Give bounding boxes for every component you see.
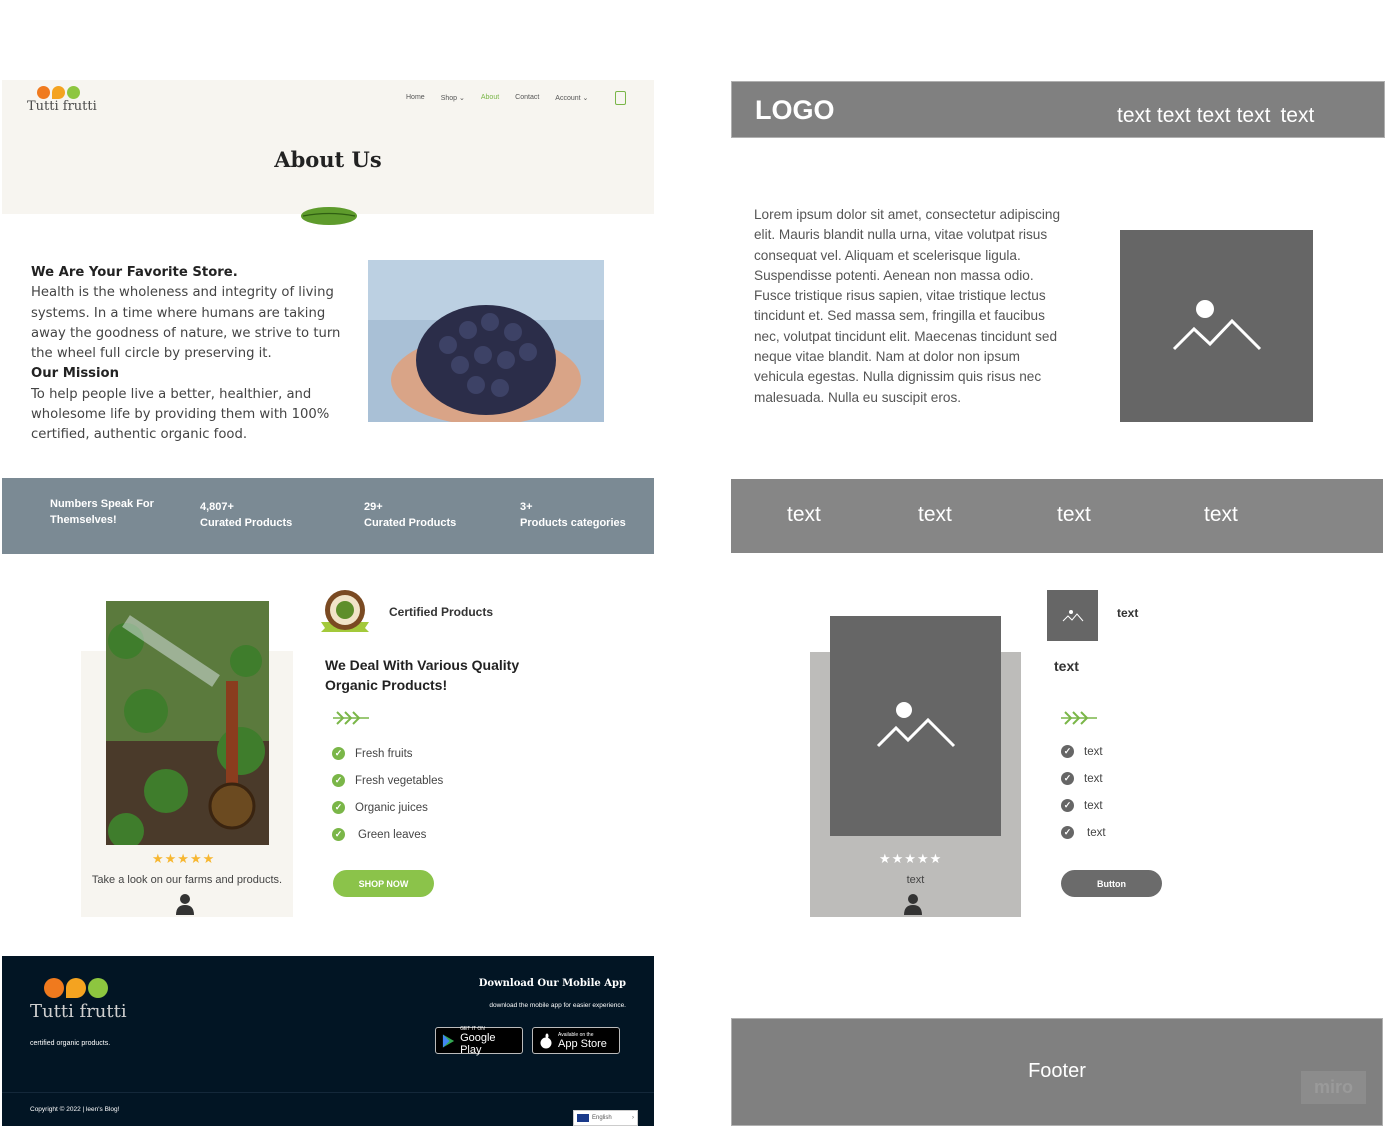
- nav-home[interactable]: Home: [406, 94, 425, 102]
- wireframe-nav-item[interactable]: text: [1197, 104, 1231, 128]
- app-store-button[interactable]: Available on the App Store: [532, 1027, 620, 1054]
- sprig-icon: [333, 711, 369, 725]
- hero-section: Tutti frutti Home Shop ⌄ About Contact A…: [2, 80, 654, 214]
- footer-brand[interactable]: Tutti frutti: [30, 1001, 127, 1022]
- shopping-bag-icon[interactable]: [615, 91, 626, 105]
- image-placeholder-icon: [1047, 590, 1098, 641]
- wireframe-nav-item[interactable]: text: [1237, 104, 1271, 128]
- list-item: ✓ Fresh fruits: [332, 740, 443, 767]
- main-nav: Home Shop ⌄ About Contact Account ⌄: [406, 94, 588, 102]
- wireframe-stat: text: [787, 503, 821, 526]
- chevron-down-icon: ⌄: [582, 95, 589, 102]
- page-title: About Us: [274, 147, 382, 172]
- app-subtitle: download the mobile app for easier exper…: [489, 1002, 626, 1009]
- mission-body: To help people live a better, healthier,…: [31, 386, 330, 443]
- wireframe-stat: text: [918, 503, 952, 526]
- stat-item: 4,807+ Curated Products: [200, 501, 293, 529]
- check-icon: ✓: [1061, 799, 1074, 812]
- check-icon: ✓: [1061, 772, 1074, 785]
- brand-fruits-icon: [37, 86, 80, 99]
- wireframe-nav: text text text text text: [1117, 104, 1314, 128]
- about-body: Health is the wholeness and integrity of…: [31, 285, 341, 362]
- wireframe-badge-label: text: [1117, 606, 1139, 620]
- wireframe-logo: LOGO: [755, 95, 835, 125]
- wireframe-button[interactable]: Button: [1061, 870, 1162, 897]
- image-placeholder-icon: [1120, 230, 1313, 422]
- site-footer: Tutti frutti certified organic products.…: [2, 956, 654, 1126]
- check-icon: ✓: [1061, 745, 1074, 758]
- stat-item: 29+ Curated Products: [364, 501, 457, 529]
- footer-tagline: certified organic products.: [30, 1040, 111, 1047]
- stat-item: 3+ Products categories: [520, 501, 626, 529]
- check-icon: ✓: [1061, 826, 1074, 839]
- copyright: Copyright © 2022 | leen's Blog!: [30, 1106, 120, 1113]
- wireframe-nav-item[interactable]: text: [1117, 104, 1151, 128]
- product-list: ✓ Fresh fruits ✓ Fresh vegetables ✓ Organic…: [332, 740, 443, 848]
- chevron-right-icon: ›: [632, 1115, 634, 1121]
- about-text: We Are Your Favorite Store. Health is th…: [31, 263, 341, 446]
- wireframe-footer-label: Footer: [1028, 1060, 1086, 1082]
- certified-label: Certified Products: [389, 605, 494, 619]
- app-title: Download Our Mobile App: [478, 978, 626, 989]
- wireframe-stat: text: [1204, 503, 1238, 526]
- google-play-button[interactable]: GET IT ON Google Play: [435, 1026, 523, 1056]
- rating-stars: ★★★★★: [152, 851, 216, 866]
- miro-watermark: miro: [1301, 1071, 1366, 1104]
- wireframe-footer: Footer: [731, 1018, 1383, 1126]
- check-icon: ✓: [332, 747, 345, 760]
- check-icon: ✓: [332, 828, 345, 841]
- grapes-photo: [368, 260, 604, 422]
- list-item: ✓ text: [1061, 792, 1106, 819]
- apple-icon: [540, 1033, 552, 1048]
- organic-badge-icon: [321, 590, 369, 632]
- wireframe-title: text: [1054, 658, 1079, 674]
- list-item: ✓ text: [1061, 819, 1106, 846]
- stats-bar: Numbers Speak For Themselves! 4,807+ Cura…: [2, 478, 654, 554]
- about-heading: We Are Your Favorite Store.: [31, 265, 238, 280]
- wireframe-nav-item[interactable]: text: [1280, 104, 1314, 128]
- nav-shop[interactable]: Shop ⌄: [441, 94, 465, 102]
- brand-logo[interactable]: Tutti frutti: [27, 99, 97, 114]
- footer-divider: [2, 1092, 654, 1093]
- sprig-icon: [1061, 711, 1097, 725]
- mission-heading: Our Mission: [31, 366, 120, 382]
- nav-about[interactable]: About: [481, 94, 499, 102]
- wireframe-rating-stars: ★★★★★: [879, 851, 943, 866]
- wireframe-list: ✓ text ✓ text ✓ text ✓ text: [1061, 738, 1106, 846]
- language-selector[interactable]: English ›: [573, 1110, 638, 1126]
- play-icon: [442, 1033, 455, 1048]
- image-placeholder-icon: [830, 616, 1001, 836]
- list-item: ✓ text: [1061, 765, 1106, 792]
- wireframe-stat: text: [1057, 503, 1091, 526]
- wireframe-card-caption: text: [906, 874, 925, 886]
- chevron-down-icon: ⌄: [459, 95, 465, 102]
- list-item: ✓ Organic juices: [332, 794, 443, 821]
- wireframe-stats-bar: text text text text: [731, 479, 1383, 553]
- check-icon: ✓: [332, 801, 345, 814]
- farm-photo: [106, 601, 269, 845]
- user-icon: [176, 894, 194, 915]
- uk-flag-icon: [577, 1114, 589, 1122]
- wireframe-nav-item[interactable]: text: [1157, 104, 1191, 128]
- stats-intro: Numbers Speak For Themselves!: [50, 498, 154, 526]
- nav-contact[interactable]: Contact: [515, 94, 539, 102]
- list-item: ✓ text: [1061, 738, 1106, 765]
- list-item: ✓ Green leaves: [332, 821, 443, 848]
- wireframe-body-text: Lorem ipsum dolor sit amet, consectetur …: [754, 207, 1060, 405]
- user-icon: [904, 894, 922, 915]
- list-item: ✓ Fresh vegetables: [332, 767, 443, 794]
- wireframe-header: LOGO text text text text text: [731, 81, 1385, 138]
- shop-now-button[interactable]: SHOP NOW: [333, 870, 434, 897]
- site-mockup: Tutti frutti Home Shop ⌄ About Contact A…: [2, 80, 654, 1126]
- brand-fruits-icon: [44, 978, 108, 998]
- check-icon: ✓: [332, 774, 345, 787]
- deal-title: We Deal With Various Quality Organic Pro…: [325, 657, 520, 693]
- leaf-icon: [301, 207, 357, 225]
- card-caption: Take a look on our farms and products.: [91, 874, 283, 886]
- nav-account[interactable]: Account ⌄: [555, 94, 588, 102]
